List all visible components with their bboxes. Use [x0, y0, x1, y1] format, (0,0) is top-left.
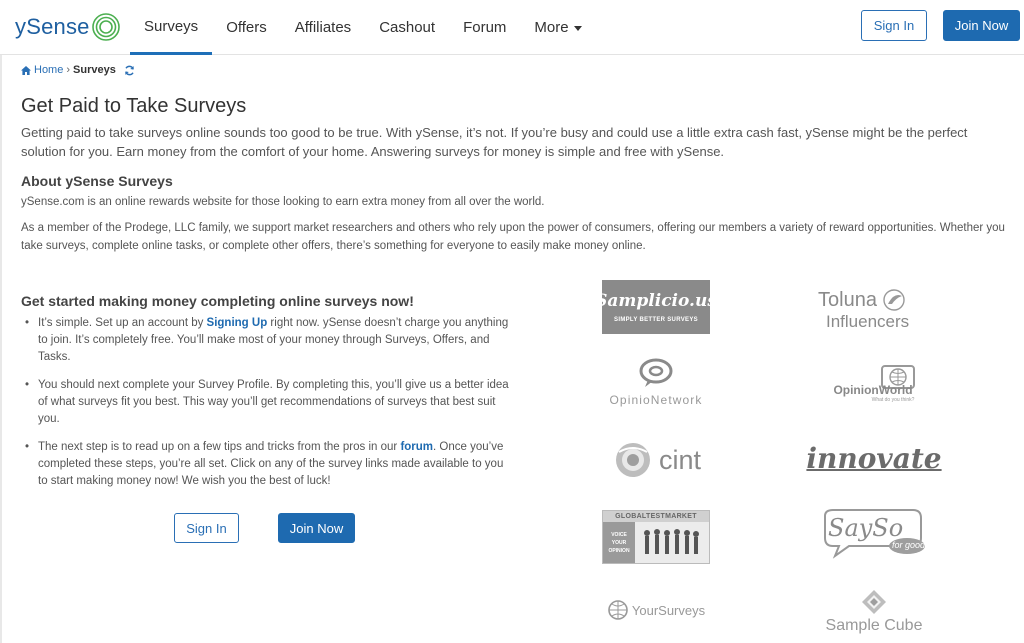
gtm-people-icon — [644, 528, 699, 554]
intro-paragraph: Getting paid to take surveys online soun… — [21, 125, 968, 159]
refresh-icon[interactable] — [124, 65, 135, 76]
bullet-text: The next step is to read up on a few tip… — [38, 441, 401, 453]
yoursurveys-name: YourSurveys — [631, 602, 706, 618]
header-sign-in-button[interactable]: Sign In — [861, 10, 927, 41]
globaltestmarket-logo: GLOBALTESTMARKET VOICE YOUR OPINION — [602, 510, 710, 564]
samplecube-logo: Sample Cube — [816, 586, 932, 638]
list-item: You should next complete your Survey Pro… — [24, 377, 514, 428]
gtm-tag-3: OPINION — [608, 547, 630, 554]
nav-forum-label: Forum — [463, 19, 507, 36]
breadcrumb: Home › Surveys — [21, 64, 135, 76]
nav-offers-label: Offers — [226, 19, 267, 36]
logo-text: ySense — [15, 14, 90, 39]
opinionetwork-name: OpinioNetwork — [609, 392, 703, 407]
sayso-name: SaySo — [828, 514, 904, 542]
sign-in-button[interactable]: Sign In — [174, 513, 239, 543]
breadcrumb-separator: › — [66, 64, 71, 76]
breadcrumb-home-link[interactable]: Home — [34, 64, 63, 76]
nav-offers[interactable]: Offers — [212, 0, 281, 55]
opinionworld-name: OpinionWorld — [833, 383, 913, 397]
bullet-text: You should next complete your Survey Pro… — [38, 379, 509, 425]
yoursurveys-logo: YourSurveys — [600, 596, 712, 624]
page-edge — [0, 0, 2, 643]
toluna-leaf-icon — [883, 288, 905, 311]
opinionworld-tagline: What do you think? — [871, 397, 915, 403]
nav-forum[interactable]: Forum — [449, 0, 520, 55]
get-started-list: It’s simple. Set up an account by Signin… — [24, 315, 514, 501]
gtm-tag-2: YOUR — [611, 539, 627, 546]
about-paragraph-1: ySense.com is an online rewards website … — [21, 196, 545, 208]
innovate-logo: innovate — [806, 437, 941, 479]
about-paragraph-2: As a member of the Prodege, LLC family, … — [21, 222, 1005, 252]
ysense-logo[interactable]: ySense — [15, 10, 121, 44]
nav-surveys[interactable]: Surveys — [130, 0, 213, 55]
sayso-tagline: for good — [892, 540, 926, 550]
nav-affiliates[interactable]: Affiliates — [281, 0, 365, 55]
toluna-row: Toluna — [818, 288, 908, 312]
nav-affiliates-label: Affiliates — [294, 19, 352, 36]
cint-globe-icon — [615, 443, 650, 477]
nav-cashout[interactable]: Cashout — [365, 0, 449, 55]
main-nav: Surveys Offers Affiliates Cashout Forum … — [130, 0, 596, 55]
nav-more-dropdown[interactable]: More — [520, 0, 595, 55]
about-heading: About ySense Surveys — [21, 173, 173, 189]
samplicio-name: Samplicio.us — [595, 291, 717, 311]
logo-ring-icon — [91, 13, 120, 41]
page-title: Get Paid to Take Surveys — [21, 95, 247, 117]
yoursurveys-globe-icon — [608, 600, 628, 620]
opinionworld-logo: OpinionWorld What do you think? — [817, 357, 929, 409]
cint-name: cint — [658, 444, 702, 475]
forum-link[interactable]: forum — [400, 441, 433, 453]
opinionetwork-bubble-icon — [639, 358, 673, 387]
list-item: It’s simple. Set up an account by Signin… — [24, 315, 514, 366]
samplicio-logo: Samplicio.us SIMPLY BETTER SURVEYS — [595, 280, 717, 334]
samplicio-tagline: SIMPLY BETTER SURVEYS — [614, 317, 698, 323]
sayso-logo: SaySo for good — [818, 508, 930, 560]
top-navbar: ySense Surveys Offers Affiliates Cashout… — [0, 0, 1024, 55]
nav-cashout-label: Cashout — [379, 19, 436, 36]
samplecube-name: Sample Cube — [825, 617, 923, 634]
toluna-line2: Influencers — [826, 311, 910, 331]
signing-up-link[interactable]: Signing Up — [207, 317, 268, 329]
breadcrumb-current: Surveys — [73, 64, 116, 76]
gtm-tag-1: VOICE — [611, 531, 627, 538]
get-started-heading: Get started making money completing onli… — [21, 293, 414, 309]
cint-logo: cint — [602, 437, 712, 483]
nav-more-label: More — [534, 19, 569, 36]
header-join-now-button[interactable]: Join Now — [943, 10, 1020, 41]
innovate-name: innovate — [806, 441, 942, 475]
bullet-text: It’s simple. Set up an account by — [38, 317, 207, 329]
opinionetwork-logo: OpinioNetwork — [600, 355, 712, 409]
toluna-line1: Toluna — [818, 288, 877, 311]
gtm-tag-block: VOICE YOUR OPINION — [603, 522, 635, 563]
toluna-influencers-logo: Toluna Influencers — [818, 284, 930, 334]
caret-down-icon — [573, 25, 582, 31]
gtm-title: GLOBALTESTMARKET — [603, 511, 709, 522]
join-now-button[interactable]: Join Now — [278, 513, 355, 543]
gtm-body: VOICE YOUR OPINION — [603, 522, 709, 563]
home-icon — [21, 65, 31, 75]
nav-surveys-label: Surveys — [144, 17, 199, 35]
samplecube-icon — [862, 590, 886, 614]
list-item: The next step is to read up on a few tip… — [24, 439, 514, 490]
